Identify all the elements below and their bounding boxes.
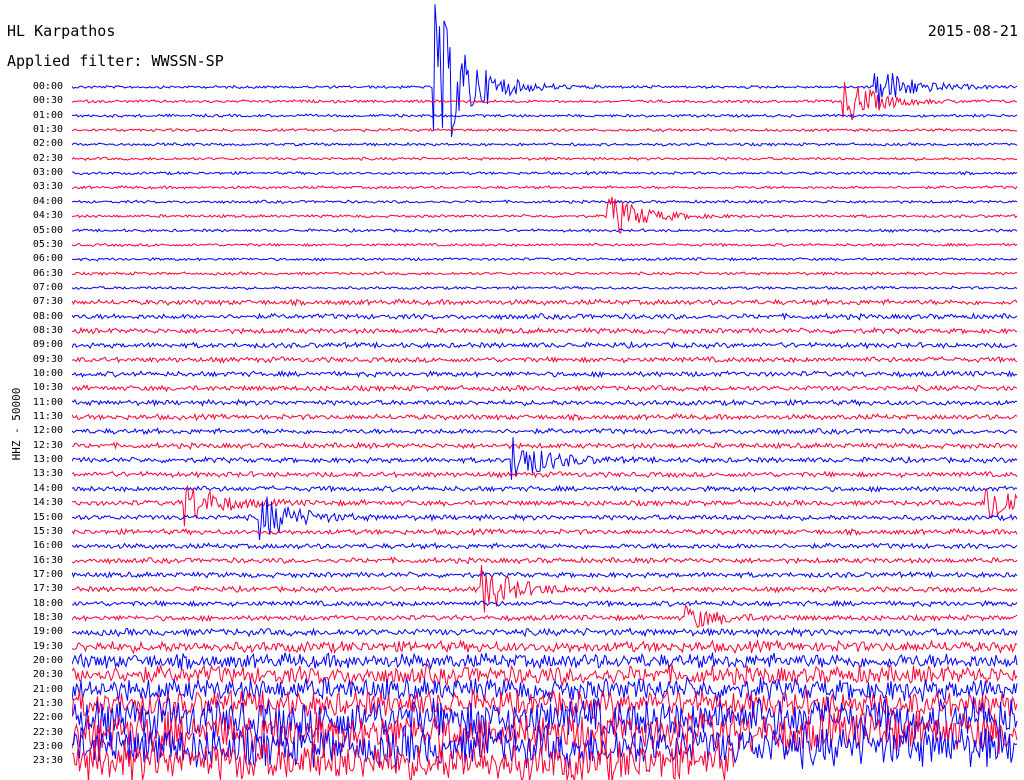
time-label: 14:00 bbox=[32, 482, 63, 494]
time-label: 15:00 bbox=[32, 511, 63, 523]
trace-0230 bbox=[72, 156, 1018, 162]
time-label: 06:00 bbox=[32, 253, 63, 265]
time-label: 18:30 bbox=[32, 611, 63, 623]
trace-0500 bbox=[72, 227, 1018, 233]
trace-1430 bbox=[72, 485, 1018, 527]
trace-1530 bbox=[72, 527, 1018, 537]
time-label: 10:00 bbox=[32, 368, 63, 379]
time-label: 15:30 bbox=[32, 525, 63, 537]
time-label: 12:30 bbox=[32, 439, 63, 451]
trace-0400 bbox=[72, 199, 1018, 205]
trace-0630 bbox=[72, 271, 1018, 277]
trace-0130 bbox=[72, 127, 1018, 133]
time-label: 02:00 bbox=[32, 138, 63, 150]
time-label: 11:30 bbox=[32, 411, 63, 423]
time-label: 08:00 bbox=[32, 310, 63, 322]
time-label: 22:00 bbox=[32, 712, 63, 724]
time-label: 07:30 bbox=[32, 296, 63, 308]
trace-1130 bbox=[72, 412, 1018, 422]
time-label: 07:00 bbox=[32, 281, 63, 293]
trace-0600 bbox=[72, 256, 1018, 262]
time-label: 05:00 bbox=[32, 224, 63, 236]
trace-0100 bbox=[72, 113, 1018, 119]
time-label: 21:00 bbox=[32, 683, 63, 695]
time-label: 14:30 bbox=[32, 497, 63, 509]
trace-0300 bbox=[72, 170, 1018, 176]
time-label: 01:00 bbox=[32, 109, 63, 121]
time-label: 17:00 bbox=[32, 568, 63, 580]
time-label: 11:00 bbox=[32, 396, 63, 408]
trace-0700 bbox=[72, 285, 1018, 291]
seismogram-plot bbox=[72, 4, 1018, 780]
time-label: 18:00 bbox=[32, 597, 63, 609]
time-label: 16:00 bbox=[32, 540, 63, 552]
trace-0800 bbox=[72, 312, 1018, 321]
time-label: 09:00 bbox=[32, 339, 63, 351]
trace-0200 bbox=[72, 141, 1018, 147]
time-label: 09:30 bbox=[32, 353, 63, 365]
trace-0900 bbox=[72, 340, 1018, 350]
time-label: 13:00 bbox=[32, 454, 63, 466]
trace-1900 bbox=[72, 626, 1018, 639]
time-label: 23:30 bbox=[32, 755, 63, 767]
trace-1330 bbox=[72, 470, 1018, 479]
time-label: 19:30 bbox=[32, 640, 63, 652]
trace-1800 bbox=[72, 599, 1018, 608]
time-label: 23:00 bbox=[32, 741, 63, 753]
time-label: 10:30 bbox=[32, 382, 63, 394]
time-label: 04:30 bbox=[32, 210, 63, 222]
trace-1600 bbox=[72, 541, 1018, 550]
time-label: 00:30 bbox=[32, 95, 63, 107]
time-label: 04:00 bbox=[32, 195, 63, 207]
time-label: 21:30 bbox=[32, 698, 63, 710]
time-label: 17:30 bbox=[32, 583, 63, 595]
trace-1700 bbox=[72, 570, 1018, 579]
trace-1930 bbox=[72, 638, 1018, 655]
trace-1500 bbox=[72, 496, 1018, 541]
time-label: 08:30 bbox=[32, 324, 63, 336]
trace-1100 bbox=[72, 398, 1018, 407]
trace-1000 bbox=[72, 369, 1018, 379]
time-label: 16:30 bbox=[32, 554, 63, 566]
time-label: 22:30 bbox=[32, 726, 63, 738]
time-label: 12:00 bbox=[32, 425, 63, 437]
trace-1030 bbox=[72, 384, 1018, 393]
time-label: 00:00 bbox=[32, 81, 63, 92]
time-label: 01:30 bbox=[32, 124, 63, 136]
trace-2000 bbox=[72, 652, 1018, 671]
trace-0730 bbox=[72, 298, 1018, 307]
time-label: 13:30 bbox=[32, 468, 63, 480]
trace-1830 bbox=[72, 604, 1018, 629]
time-label: 03:30 bbox=[32, 181, 63, 193]
time-label: 06:30 bbox=[32, 267, 63, 279]
time-label: 20:30 bbox=[32, 669, 63, 681]
trace-2030 bbox=[72, 663, 1018, 687]
trace-0530 bbox=[72, 242, 1018, 248]
time-label: 05:30 bbox=[32, 238, 63, 250]
time-label: 19:00 bbox=[32, 626, 63, 638]
trace-1730 bbox=[72, 565, 1018, 613]
trace-1230 bbox=[72, 441, 1018, 450]
trace-1400 bbox=[72, 484, 1018, 493]
trace-1630 bbox=[72, 556, 1018, 565]
time-label: 20:00 bbox=[32, 655, 63, 666]
trace-0930 bbox=[72, 355, 1018, 364]
trace-1200 bbox=[72, 427, 1018, 436]
trace-0830 bbox=[72, 326, 1017, 335]
trace-0330 bbox=[72, 184, 1018, 190]
time-label: 03:00 bbox=[32, 167, 63, 179]
time-label: 02:30 bbox=[32, 152, 63, 164]
